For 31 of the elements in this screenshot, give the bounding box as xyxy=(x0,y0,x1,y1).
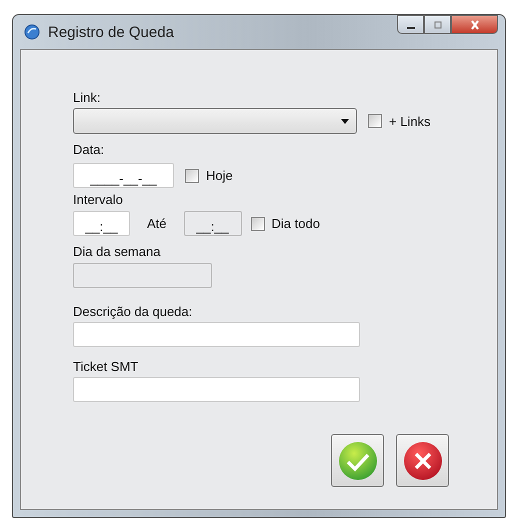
field-label: Ticket SMT xyxy=(73,359,138,374)
field-label: Dia da semana xyxy=(73,244,160,259)
checkbox[interactable] xyxy=(250,216,265,230)
checkbox-label: Hoje xyxy=(206,168,233,183)
checkbox[interactable] xyxy=(368,114,382,128)
field-label: Intervalo xyxy=(73,192,123,207)
description-field[interactable] xyxy=(73,322,360,347)
minimize-button[interactable] xyxy=(397,15,424,34)
until-label: Até xyxy=(147,216,167,231)
app-icon xyxy=(24,24,40,40)
checkbox-label: + Links xyxy=(389,114,431,128)
close-button[interactable] xyxy=(451,15,498,34)
ticket-field[interactable] xyxy=(73,377,360,402)
check-icon xyxy=(338,440,378,480)
field-label: Descrição da queda: xyxy=(73,304,192,319)
field-label: Data: xyxy=(73,142,104,157)
confirm-button[interactable] xyxy=(331,434,384,487)
date-field[interactable]: ____-__-__ xyxy=(73,163,174,188)
cancel-button[interactable] xyxy=(396,434,449,487)
checkbox[interactable] xyxy=(185,168,199,182)
maximize-icon xyxy=(432,20,444,30)
minimize-icon xyxy=(406,26,414,28)
window-title: Registro de Queda xyxy=(48,24,174,40)
start-time-field[interactable]: __:__ xyxy=(73,211,130,236)
field-label: Link: xyxy=(73,90,100,105)
cancel-icon xyxy=(402,440,442,480)
maximize-button[interactable] xyxy=(424,15,451,34)
close-icon xyxy=(468,20,480,30)
checkbox-label: Dia todo xyxy=(272,216,320,231)
link-dropdown[interactable] xyxy=(73,108,357,134)
dropdown-arrow-icon xyxy=(341,119,349,124)
